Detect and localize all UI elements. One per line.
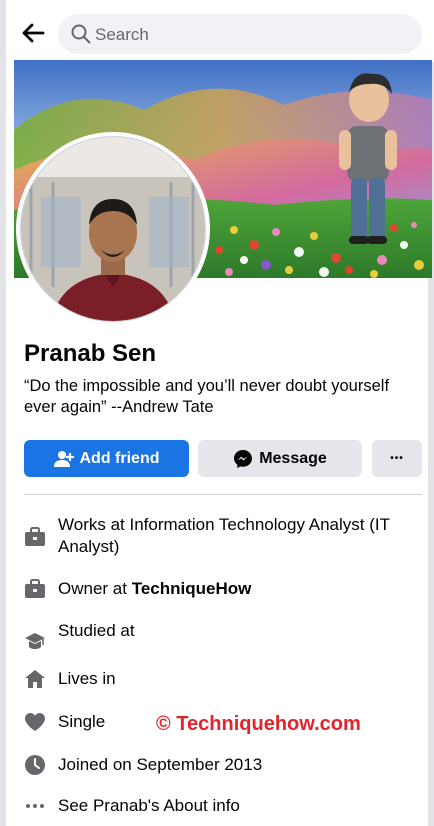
clock-icon [24, 754, 46, 776]
message-label: Message [259, 449, 327, 467]
detail-education-text: Studied at [58, 621, 135, 640]
home-icon [24, 668, 46, 690]
detail-work-text: Works at Information Technology Analyst … [58, 515, 390, 556]
more-options-icon: ••• [390, 453, 404, 464]
message-button[interactable]: Message [198, 440, 362, 477]
detail-owner-text: Owner at TechniqueHow [58, 578, 418, 600]
detail-owner-prefix: Owner at [58, 579, 132, 598]
profile-picture[interactable] [16, 132, 210, 326]
briefcase-icon [24, 578, 46, 600]
more-dots-icon [24, 795, 46, 817]
profile-page: Search Pranab Sen “Do the impossible and… [0, 0, 434, 826]
detail-location-text: Lives in [58, 669, 116, 688]
add-friend-label: Add friend [79, 449, 160, 467]
detail-joined-text: Joined on September 2013 [58, 755, 263, 774]
graduation-cap-icon [24, 630, 46, 652]
messenger-icon [234, 449, 253, 468]
detail-owner-company[interactable]: TechniqueHow [132, 579, 252, 598]
profile-name: Pranab Sen [24, 340, 157, 367]
search-placeholder: Search [95, 25, 149, 44]
briefcase-icon [24, 526, 46, 548]
search-icon [70, 23, 92, 45]
top-bar: Search [12, 0, 434, 62]
search-input[interactable]: Search [58, 14, 422, 54]
see-about-info-text[interactable]: See Pranab's About info [58, 795, 418, 817]
divider [24, 494, 422, 495]
back-arrow-icon[interactable] [18, 18, 48, 48]
heart-icon [24, 711, 46, 733]
add-friend-button[interactable]: Add friend [24, 440, 189, 477]
more-options-button[interactable]: ••• [372, 440, 422, 477]
profile-bio: “Do the impossible and you’ll never doub… [24, 377, 390, 416]
add-friend-icon [53, 450, 74, 467]
watermark: © Techniquehow.com [156, 713, 361, 735]
